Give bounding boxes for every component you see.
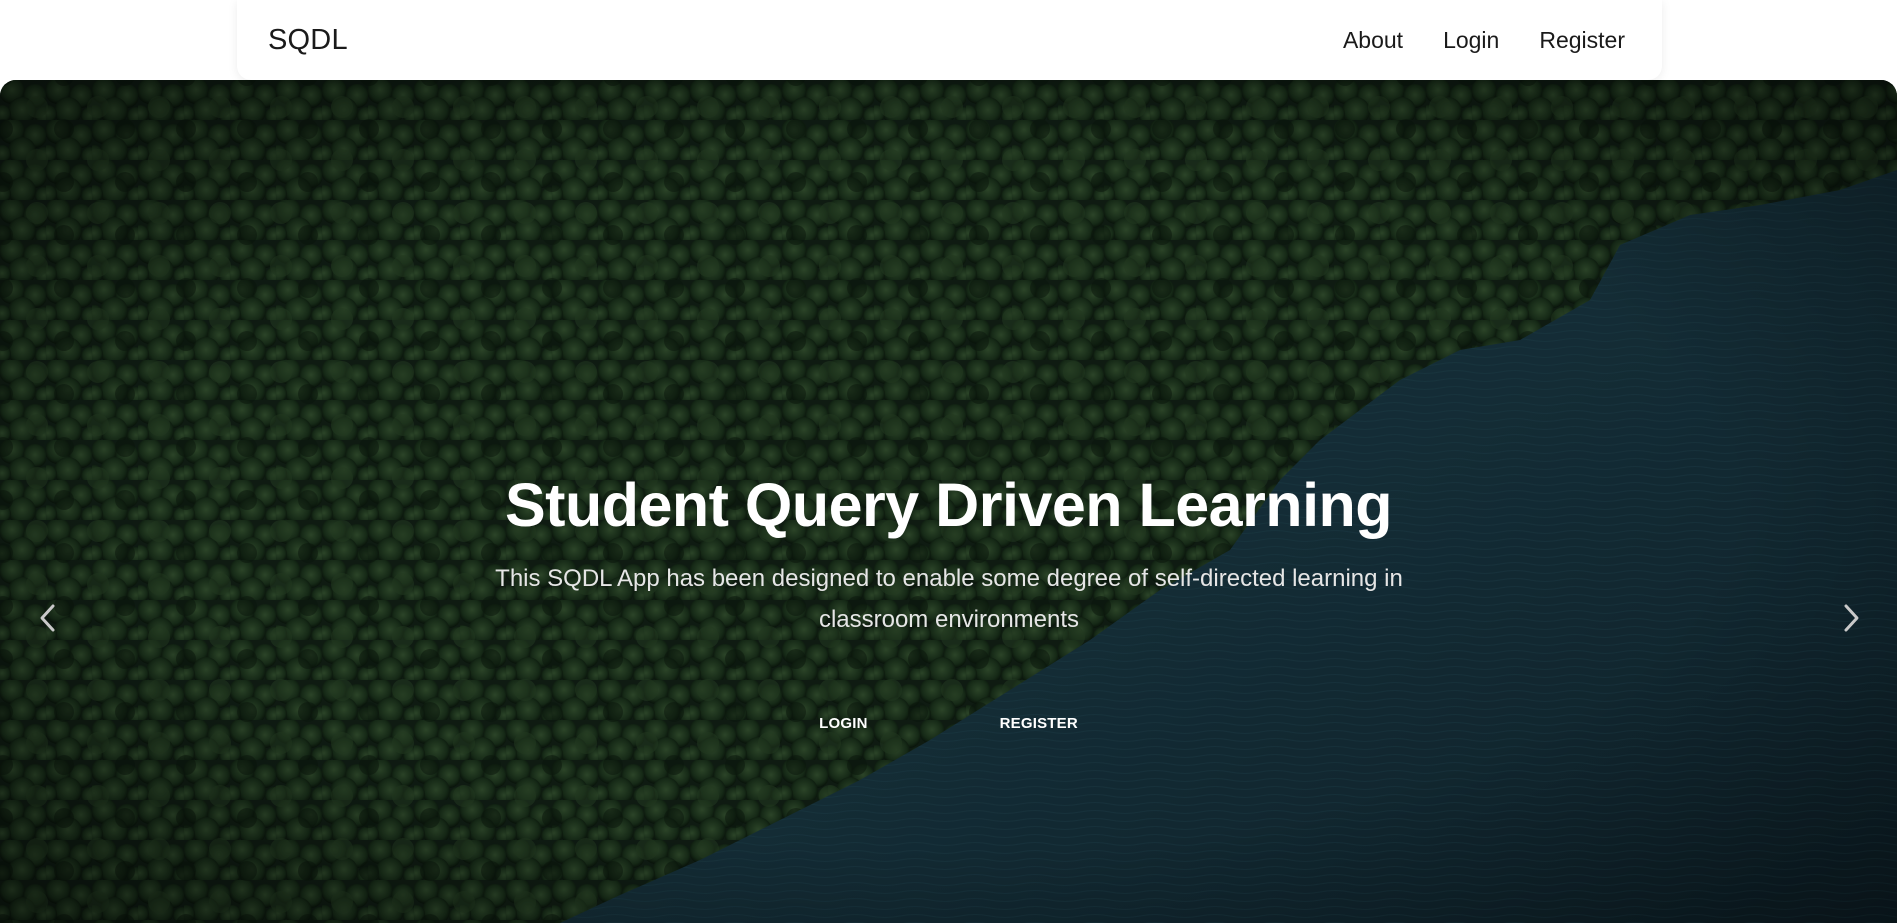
- chevron-right-icon: [1844, 604, 1859, 632]
- hero-carousel: [0, 80, 1897, 923]
- nav-link-about[interactable]: About: [1343, 27, 1403, 54]
- carousel-prev-button[interactable]: [33, 598, 63, 638]
- nav-links: About Login Register: [1343, 27, 1625, 54]
- hero-login-button[interactable]: LOGIN: [794, 715, 893, 732]
- hero-overlay: [0, 80, 1897, 923]
- brand-logo[interactable]: SQDL: [268, 24, 348, 57]
- hero-register-button[interactable]: REGISTER: [975, 715, 1103, 732]
- nav-link-register[interactable]: Register: [1539, 27, 1625, 54]
- hero-buttons: LOGIN REGISTER: [0, 715, 1897, 732]
- chevron-left-icon: [40, 604, 55, 632]
- navbar: SQDL About Login Register: [237, 0, 1662, 80]
- nav-link-login[interactable]: Login: [1443, 27, 1499, 54]
- carousel-next-button[interactable]: [1836, 598, 1866, 638]
